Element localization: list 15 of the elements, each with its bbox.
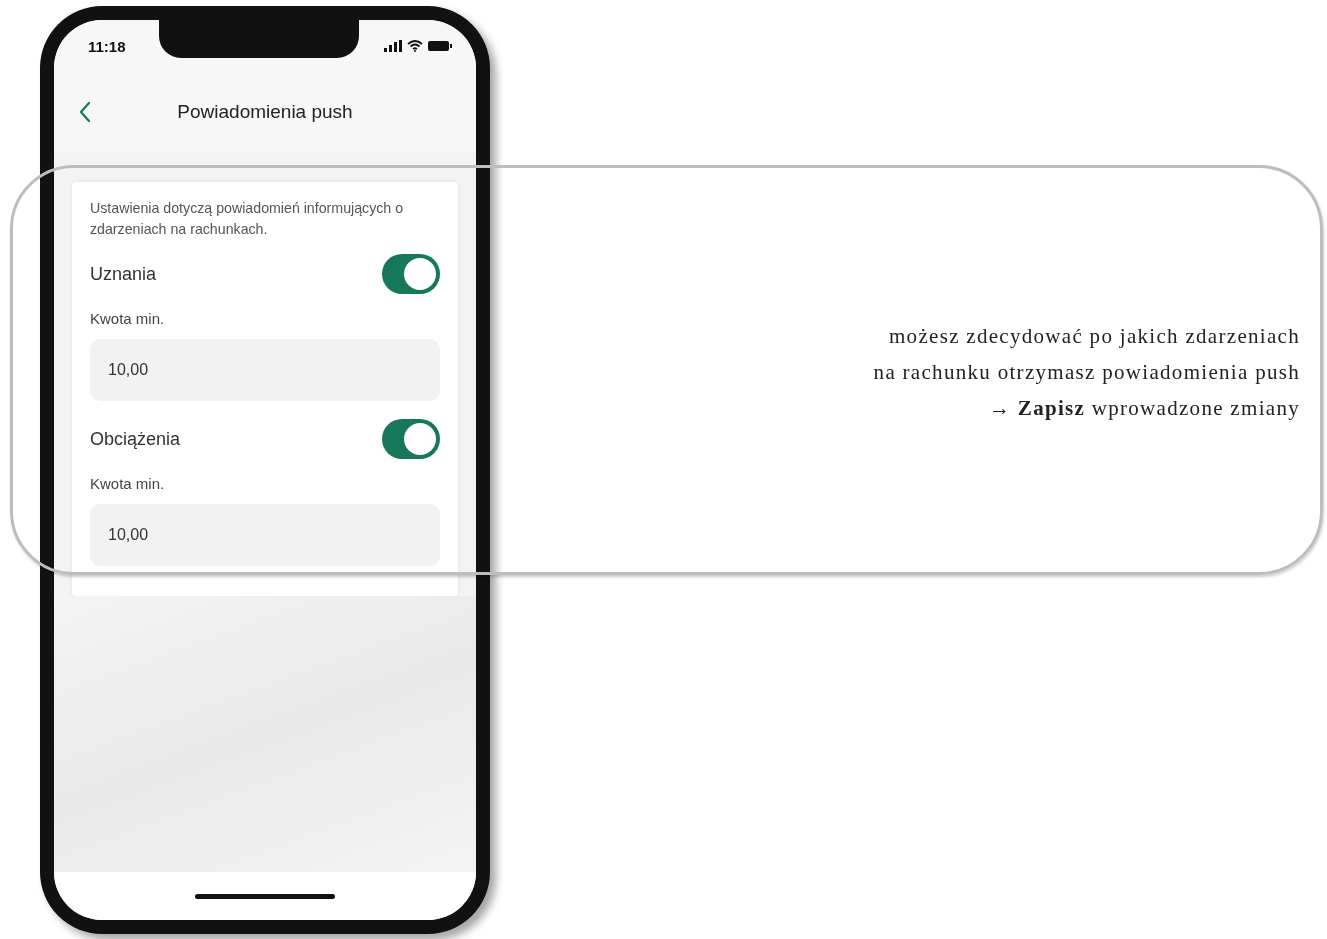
wifi-icon <box>407 40 423 52</box>
amount-field[interactable]: 10,00 <box>90 504 440 566</box>
toggle-switch[interactable] <box>382 419 440 459</box>
setting-label: Uznania <box>90 263 157 285</box>
amount-label: Kwota min. <box>90 310 166 327</box>
amount-field[interactable]: 10,00 <box>90 339 440 401</box>
amount-label: Kwota min. <box>90 475 166 492</box>
screen-title: Powiadomienia push <box>176 101 354 123</box>
toggle-switch[interactable] <box>382 254 440 294</box>
status-time: 11:18 <box>88 37 126 55</box>
setting-label: Obciążenia <box>90 428 181 450</box>
signal-icon <box>384 40 402 52</box>
annotation-text: możesz zdecydować po jakich zdarzeniach na rachunku otrzymasz powiadomienia push → Zapisz wprowadzone zmiany <box>872 323 1300 422</box>
battery-icon <box>428 40 452 52</box>
settings-description: Ustawienia dotyczą powiadomień informujących o zdarzeniach na rachunkach. <box>90 199 405 239</box>
